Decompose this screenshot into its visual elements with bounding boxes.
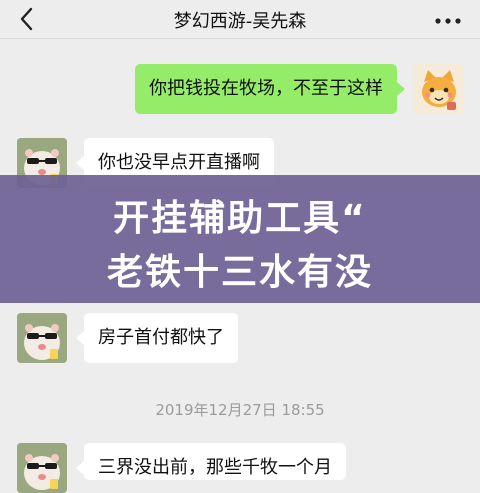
message-bubble-sent[interactable]: 你把钱投在牧场，不至于这样	[135, 64, 397, 114]
title-bar: 梦幻西游-吴先森	[0, 0, 480, 39]
bubble-tail	[76, 461, 84, 475]
avatar-self[interactable]	[414, 64, 464, 114]
hamster-sunglasses-avatar	[17, 443, 67, 493]
more-button[interactable]	[434, 12, 462, 24]
avatar-other[interactable]	[17, 313, 67, 363]
bubble-tail	[76, 331, 84, 345]
cartoon-cat-avatar	[414, 64, 464, 114]
bubble-tail	[76, 156, 84, 170]
banner-line-1: 开挂辅助工具“	[113, 198, 367, 239]
avatar-other[interactable]	[17, 443, 67, 493]
message-bubble-received[interactable]: 三界没出前，那些千牧一个月	[84, 443, 346, 480]
banner-line-2: 老铁十三水有没	[106, 252, 373, 293]
message-bubble-received[interactable]: 房子首付都快了	[84, 313, 238, 363]
chat-title: 梦幻西游-吴先森	[173, 11, 307, 32]
chat-timestamp: 2019年12月27日 18:55	[155, 401, 325, 419]
hamster-sunglasses-avatar	[17, 313, 67, 363]
bubble-tail	[397, 82, 405, 96]
overlay-banner: 开挂辅助工具“ 老铁十三水有没	[0, 175, 480, 303]
more-dots-icon	[435, 18, 461, 24]
